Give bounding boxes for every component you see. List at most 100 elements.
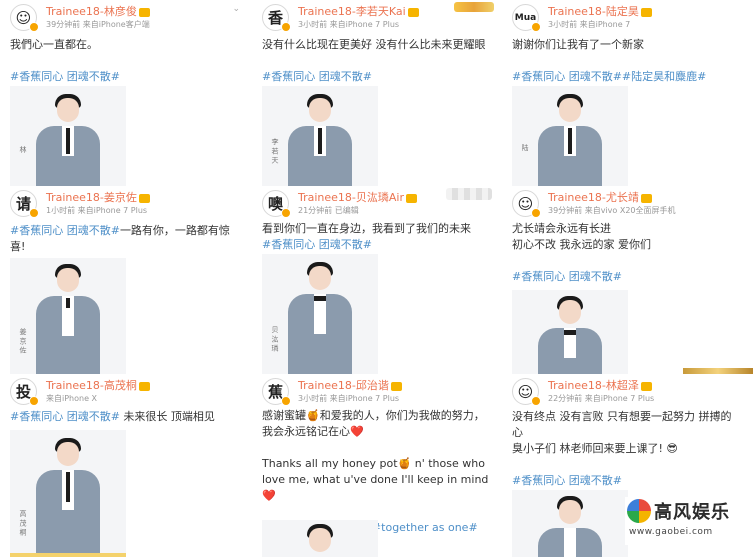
hashtag-link[interactable]: #香蕉同心 团魂不散# [262,69,494,85]
post-photo[interactable] [262,520,378,557]
vip-crown-icon [138,193,150,203]
text-line: 我会永远铭记在心❤️ [262,425,364,438]
figure-face [57,442,79,466]
username-link[interactable]: Trainee18-李若天Kai [298,3,419,19]
avatar[interactable]: Mua [512,4,541,32]
post-meta: 39分钟前 来自vivo X20全面屏手机 [548,206,676,215]
username-text[interactable]: Trainee18-陆定昊 [548,5,639,18]
username-link[interactable]: Trainee18-尤长靖 [548,189,652,205]
text-span: 未来很长 顶端相见 [119,410,215,423]
text-line: 没有什么比现在更美好 没有什么比未来更耀眼 [262,38,486,51]
text-line: 没有终点 没有言败 只有想要一起努力 拼搏的 [512,410,732,423]
weibo-post: 香 Trainee18-李若天Kai 3小时前 来自iPhone 7 Plus … [252,0,498,186]
username-text[interactable]: Trainee18-李若天Kai [298,5,406,18]
username-text[interactable]: Trainee18-林彦俊 [46,5,137,18]
post-text: 没有什么比现在更美好 没有什么比未来更耀眼 #香蕉同心 团魂不散# [262,37,494,85]
chevron-down-icon[interactable]: ⌄ [232,4,240,14]
figure-tie [66,298,70,308]
figure-face [559,300,581,324]
text-line [512,53,744,69]
site-watermark: 高风娱乐 www.gaobei.com [625,497,743,545]
hashtag-link[interactable]: #香蕉同心 团魂不散# [10,69,242,85]
watermark-url: www.gaobei.com [629,527,713,537]
username-link[interactable]: Trainee18-林超泽 [548,377,652,393]
verified-badge-icon [281,22,291,32]
username-text[interactable]: Trainee18-高茂桐 [46,379,137,392]
post-meta: 3小时前 来自iPhone 7 Plus [298,20,400,29]
hashtag-link[interactable]: #香蕉同心 团魂不散# [512,473,744,489]
username-link[interactable]: Trainee18-邱治谐 [298,377,402,393]
gold-frame-decoration [10,553,126,557]
post-photo[interactable]: 贝 汯 璘 [262,254,378,374]
post-photo[interactable]: 林 [10,86,126,186]
text-line: 看到你们一直在身边，我看到了我们的未来 [262,222,471,235]
weibo-post: 投 Trainee18-高茂桐 来自iPhone X #香蕉同心 团魂不散# 未… [0,374,246,557]
avatar[interactable]: 投 [10,378,39,406]
hashtag-link[interactable]: #香蕉同心 团魂不散# [512,269,744,285]
post-photo[interactable]: 姜 京 佐 [10,258,126,374]
post-meta: 3小时前 来自iPhone 7 Plus [298,394,400,403]
hashtag-link[interactable]: #香蕉同心 团魂不散# [262,237,494,253]
text-line: #香蕉同心 团魂不散# 未来很长 顶端相见 [10,409,242,425]
weibo-post: 请 Trainee18-姜京佐 1小时前 来自iPhone 7 Plus #香蕉… [0,186,246,374]
post-text: #香蕉同心 团魂不散# 未来很长 顶端相见 [10,409,242,425]
vip-crown-icon [138,381,150,391]
figure-face [559,98,581,122]
avatar[interactable]: 噢 [262,190,291,218]
vip-crown-icon [640,193,652,203]
text-line [512,457,744,473]
weibo-post: 蕉 Trainee18-邱治谐 3小时前 来自iPhone 7 Plus 感谢蜜… [252,374,498,557]
weibo-post: ☺ Trainee18-尤长靖 39分钟前 来自vivo X20全面屏手机 尤长… [502,186,753,374]
verified-badge-icon [29,208,39,218]
username-link[interactable]: Trainee18-陆定昊 [548,3,652,19]
post-meta: 1小时前 来自iPhone 7 Plus [46,206,148,215]
vip-crown-icon [407,7,419,17]
post-photo[interactable]: 李 若 天 [262,86,378,186]
text-line [262,440,494,456]
avatar[interactable]: ☺ [10,4,39,32]
hashtag-link[interactable]: #香蕉同心 团魂不散# [10,224,120,237]
username-text[interactable]: Trainee18-邱治谐 [298,379,389,392]
avatar[interactable]: ☺ [512,378,541,406]
username-text[interactable]: Trainee18-林超泽 [548,379,639,392]
hashtag-link[interactable]: #香蕉同心 团魂不散# [10,410,120,423]
username-link[interactable]: Trainee18-贝汯璘Air [298,189,417,205]
post-meta: 来自iPhone X [46,394,98,403]
username-text[interactable]: Trainee18-姜京佐 [46,191,137,204]
hashtag-link[interactable]: #香蕉同心 团魂不散##陆定昊和麋鹿# [512,69,744,85]
avatar[interactable]: 香 [262,4,291,32]
text-line: 我們心一直都在。 [10,38,98,51]
avatar[interactable]: 请 [10,190,39,218]
sticker-icon [446,188,492,200]
signature: 林 [19,146,27,153]
username-text[interactable]: Trainee18-尤长靖 [548,191,639,204]
watermark-name: 高风娱乐 [654,502,730,523]
username-link[interactable]: Trainee18-林彦俊 [46,3,150,19]
username-link[interactable]: Trainee18-姜京佐 [46,189,150,205]
signature: 贝 汯 璘 [271,326,279,352]
text-line: #香蕉同心 团魂不散#一路有你，一路都有惊 [10,223,242,239]
username-link[interactable]: Trainee18-高茂桐 [46,377,150,393]
verified-badge-icon [29,22,39,32]
figure-face [309,528,331,552]
avatar[interactable]: 蕉 [262,378,291,406]
figure-face [309,98,331,122]
text-line: Thanks all my honey pot🍯 n' those who [262,457,485,470]
text-span: 一路有你，一路都有惊 [119,224,230,237]
text-line: 尤长靖会永远有长进 [512,222,611,235]
post-text: 感谢蜜罐🍯和爱我的人，你们为我做的努力， 我会永远铭记在心❤️ Thanks a… [262,408,494,536]
post-text: 我們心一直都在。 #香蕉同心 团魂不散# [10,37,242,85]
post-meta: 21分钟前 已编辑 [298,206,359,215]
figure-tie [314,296,326,301]
text-line: 臭小子们 林老师回来要上课了! 😎 [512,442,678,455]
sticker-icon [454,2,494,12]
username-text[interactable]: Trainee18-贝汯璘Air [298,191,404,204]
avatar[interactable]: ☺ [512,190,541,218]
post-photo[interactable]: 陆 [512,86,628,186]
post-photo[interactable] [512,290,628,374]
text-line: 喜! [10,240,26,253]
brand-logo-icon [627,499,651,523]
post-photo[interactable]: 高 茂 桐 [10,430,126,557]
figure-face [559,500,581,524]
post-photo[interactable] [512,490,628,557]
